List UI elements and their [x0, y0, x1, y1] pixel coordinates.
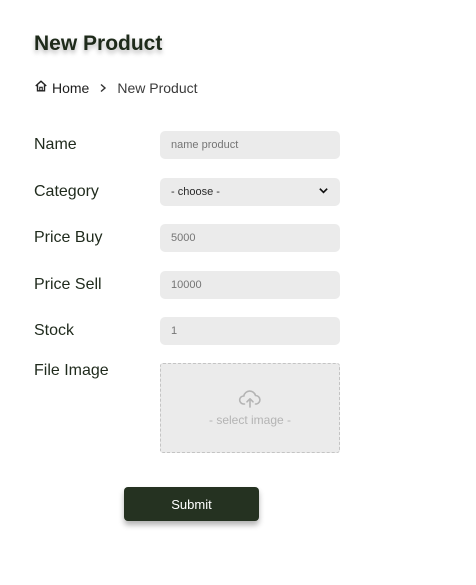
cloud-upload-icon — [238, 389, 262, 413]
file-image-label: File Image — [34, 362, 109, 379]
breadcrumb-home-link[interactable]: Home — [34, 79, 89, 96]
price-buy-label: Price Buy — [34, 229, 103, 246]
price-buy-input[interactable] — [160, 224, 340, 252]
chevron-down-icon — [318, 185, 329, 199]
name-label: Name — [34, 136, 77, 153]
price-sell-label: Price Sell — [34, 276, 102, 293]
image-dropzone[interactable]: - select image - — [160, 363, 340, 453]
price-sell-input[interactable] — [160, 271, 340, 299]
category-select[interactable]: - choose - — [160, 178, 340, 206]
breadcrumb-current: New Product — [117, 79, 198, 96]
category-label: Category — [34, 183, 99, 200]
name-input[interactable] — [160, 131, 340, 159]
stock-label: Stock — [34, 322, 75, 339]
chevron-right-icon — [98, 83, 108, 93]
breadcrumb: Home New Product — [34, 79, 198, 96]
submit-button[interactable]: Submit — [124, 487, 259, 521]
home-icon — [34, 79, 52, 96]
category-selected-value: - choose - — [171, 186, 220, 198]
stock-input[interactable] — [160, 317, 340, 345]
page-title: New Product — [34, 32, 163, 55]
breadcrumb-home-label: Home — [52, 79, 90, 96]
dropzone-text: - select image - — [208, 413, 292, 427]
